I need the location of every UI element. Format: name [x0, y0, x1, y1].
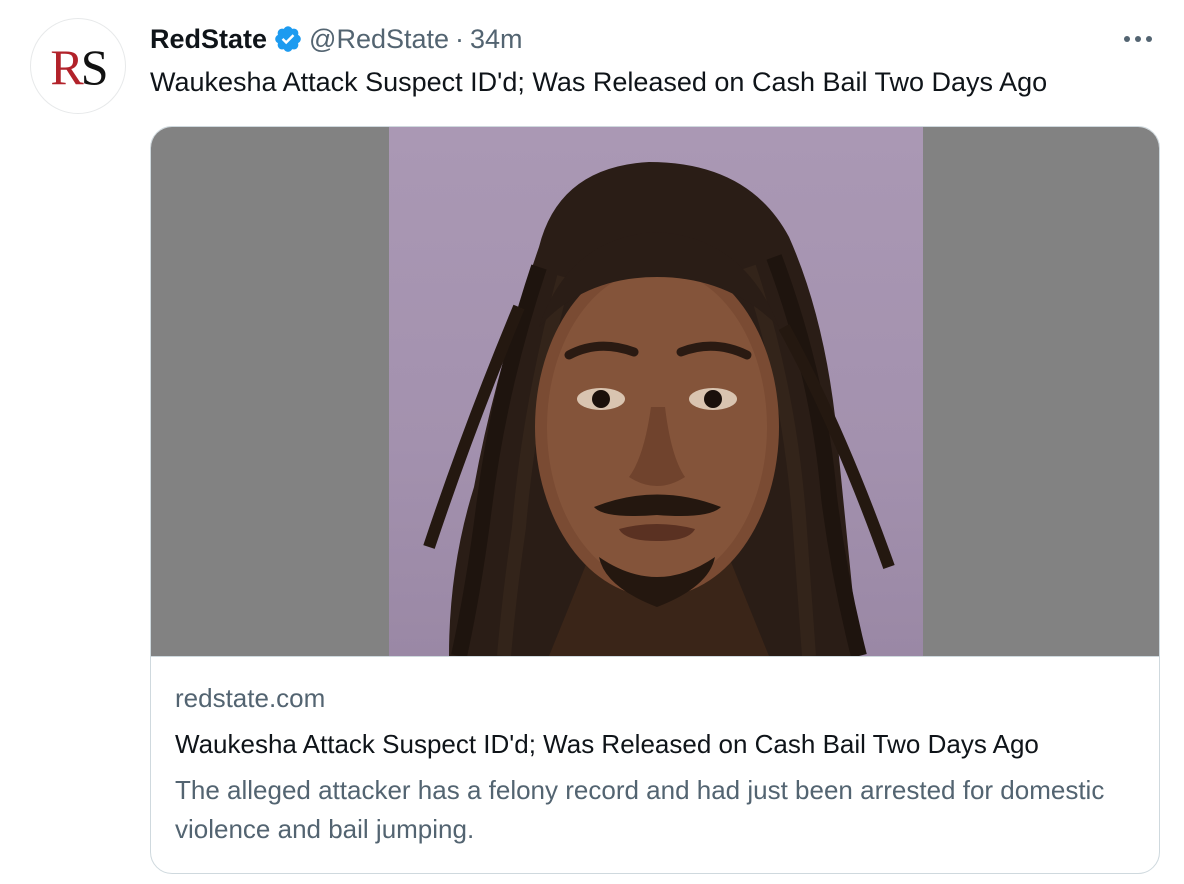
redstate-logo: RS — [50, 39, 108, 95]
mugshot-photo — [389, 127, 923, 656]
more-options-button[interactable] — [1118, 24, 1158, 54]
separator-dot: · — [455, 23, 465, 54]
author-display-name[interactable]: RedState — [150, 24, 267, 55]
avatar[interactable]: RS — [30, 18, 126, 114]
verified-badge-icon — [273, 24, 303, 54]
tweet-text: Waukesha Attack Suspect ID'd; Was Releas… — [150, 67, 1048, 97]
link-card[interactable]: redstate.com Waukesha Attack Suspect ID'… — [150, 126, 1160, 874]
card-description: The alleged attacker has a felony record… — [175, 775, 1105, 844]
more-horizontal-icon — [1124, 36, 1152, 42]
card-media — [151, 127, 1159, 657]
tweet-header: RedState @RedState · 34m — [150, 20, 523, 58]
card-domain: redstate.com — [175, 683, 326, 713]
card-title: Waukesha Attack Suspect ID'd; Was Releas… — [175, 729, 1039, 759]
tweet-timestamp[interactable]: 34m — [470, 24, 523, 55]
author-handle[interactable]: @RedState — [309, 24, 449, 55]
